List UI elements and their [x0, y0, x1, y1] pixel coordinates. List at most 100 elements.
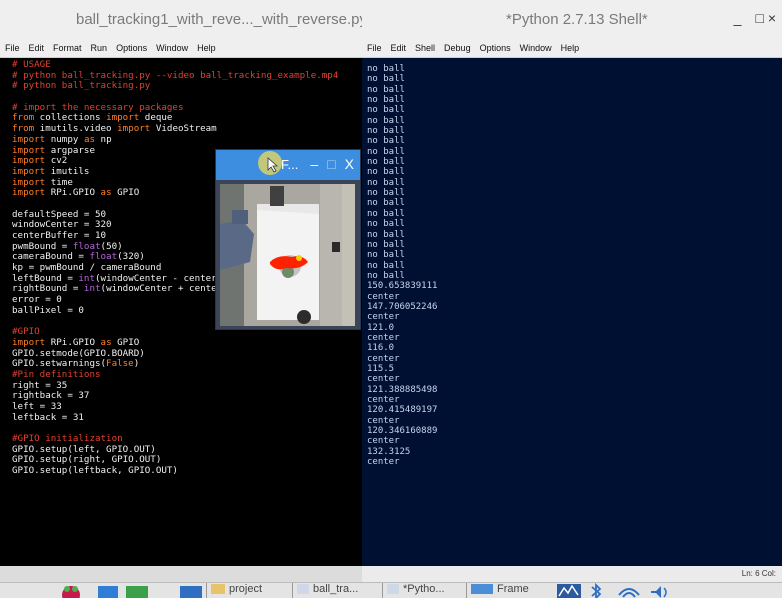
shell-output-line: no ball — [367, 198, 405, 209]
taskbar-item-editor[interactable]: ball_tra... — [292, 583, 378, 598]
code-token: (320) — [117, 251, 145, 263]
minimize-button[interactable]: _ — [734, 10, 742, 26]
shell-output-line: no ball — [367, 167, 405, 178]
code-token: centerBuffer = 10 — [12, 230, 107, 241]
editor-menu-run[interactable]: Run — [91, 43, 108, 53]
shell-output-line: no ball — [367, 136, 405, 147]
close-button[interactable]: □ × — [755, 10, 776, 26]
taskbar-item-project[interactable]: project — [206, 583, 290, 598]
camera-feed — [220, 184, 355, 326]
shell-output[interactable]: no ball no ball no ball no ball no ball no ba… — [362, 58, 782, 467]
code-line: GPIO.setup(leftback, GPIO.OUT) — [12, 465, 362, 477]
frame-maximize-button[interactable]: □ — [327, 156, 335, 172]
code-token: RPi.GPIO — [45, 336, 101, 348]
code-token: import — [12, 133, 46, 145]
code-token: VideoStream — [150, 123, 217, 135]
taskbar-label: ball_tra... — [313, 583, 359, 595]
frame-minimize-button[interactable]: – — [310, 156, 318, 172]
shell-output-line: no ball — [367, 126, 405, 137]
code-token: rightback = 37 — [12, 390, 90, 402]
shell-output-line: 121.388885498 — [367, 384, 438, 395]
taskbar-item-frame[interactable]: Frame — [466, 583, 546, 598]
shell-menu-window[interactable]: Window — [520, 43, 552, 53]
terminal-icon[interactable] — [124, 583, 150, 598]
code-token: #GPIO initialization — [12, 433, 123, 445]
shell-output-line: no ball — [367, 157, 405, 168]
shell-menubar: File Edit Shell Debug Options Window Help — [362, 38, 782, 58]
shell-menu-debug[interactable]: Debug — [444, 43, 471, 53]
editor-menu-file[interactable]: File — [5, 43, 20, 53]
volume-icon[interactable] — [648, 583, 674, 598]
code-token: False — [106, 358, 134, 370]
frame-close-button[interactable]: X — [345, 156, 354, 172]
editor-menu-format[interactable]: Format — [53, 43, 82, 53]
taskbar-label: project — [229, 583, 263, 595]
editor-menu-window[interactable]: Window — [156, 43, 188, 53]
code-token: left = 33 — [12, 401, 62, 412]
editor-menu-options[interactable]: Options — [116, 43, 147, 53]
taskbar-label: *Pytho... — [403, 583, 445, 595]
code-token: import — [117, 123, 151, 135]
code-line: leftback = 31 — [12, 411, 362, 424]
browser-icon[interactable] — [178, 583, 204, 598]
shell-output-line: no ball — [367, 260, 405, 271]
code-token: # python ball_tracking.py — [12, 80, 151, 92]
document-icon — [387, 584, 399, 595]
code-token: GPIO.setwarnings( — [12, 358, 107, 370]
code-token: GPIO.setup(left, GPIO.OUT) — [12, 443, 156, 455]
code-token: GPIO — [111, 336, 140, 348]
code-token: imutils — [45, 165, 90, 177]
code-token: error = 0 — [12, 294, 62, 306]
frame-window[interactable]: F... – □ X — [215, 149, 361, 330]
shell-output-line: no ball — [367, 115, 405, 126]
shell-titlebar[interactable]: *Python 2.7.13 Shell* _ □ × — [362, 0, 782, 38]
file-manager-icon[interactable] — [96, 583, 120, 598]
shell-menu-options[interactable]: Options — [480, 43, 511, 53]
code-token: kp = pwmBound / cameraBound — [12, 262, 162, 274]
taskbar-item-shell[interactable]: *Pytho... — [382, 583, 462, 598]
taskbar-label: Frame — [497, 583, 529, 595]
code-token: rightBound = — [12, 283, 84, 295]
code-token: GPIO.setup(leftback, GPIO.OUT) — [12, 465, 178, 477]
bluetooth-icon[interactable] — [586, 583, 606, 598]
code-token: ) — [133, 358, 140, 370]
shell-menu-shell[interactable]: Shell — [415, 43, 435, 53]
code-token: # python ball_tracking.py --video ball_t… — [12, 69, 339, 81]
code-token: int — [78, 272, 95, 284]
shell-output-line: 115.5 — [367, 363, 395, 374]
shell-output-line: center — [367, 353, 400, 364]
shell-output-line: center — [367, 457, 400, 468]
code-token: import — [12, 155, 46, 167]
code-token: argparse — [45, 144, 95, 156]
editor-menu-help[interactable]: Help — [197, 43, 216, 53]
shell-output-line: no ball — [367, 250, 405, 261]
code-token: ballPixel = 0 — [12, 304, 84, 316]
cpu-monitor-icon[interactable] — [556, 583, 582, 598]
wifi-icon[interactable] — [616, 583, 642, 598]
shell-output-line: center — [367, 332, 400, 343]
shell-output-line: 120.415489197 — [367, 405, 438, 416]
code-token: deque — [139, 112, 173, 124]
shell-menu-file[interactable]: File — [367, 43, 382, 53]
code-token: defaultSpeed = 50 — [12, 208, 107, 220]
frame-titlebar[interactable]: F... – □ X — [216, 150, 360, 180]
shell-output-line: center — [367, 374, 400, 385]
code-token: from — [12, 123, 35, 135]
editor-titlebar[interactable]: ball_tracking1_with_reve..._with_reverse… — [0, 0, 362, 38]
shell-output-line: no ball — [367, 84, 405, 95]
code-token: import — [12, 176, 46, 188]
shell-window[interactable]: *Python 2.7.13 Shell* _ □ × File Edit Shel… — [362, 0, 782, 566]
shell-menu-edit[interactable]: Edit — [391, 43, 407, 53]
code-token: import — [106, 112, 140, 124]
editor-menubar: File Edit Format Run Options Window Help — [0, 38, 362, 58]
code-line: # python ball_tracking.py — [12, 81, 362, 92]
raspberry-menu-icon[interactable] — [56, 583, 86, 598]
code-token: leftback = 31 — [12, 411, 84, 423]
editor-menu-edit[interactable]: Edit — [29, 43, 45, 53]
code-token: import — [12, 165, 46, 177]
shell-menu-help[interactable]: Help — [561, 43, 580, 53]
code-token: leftBound = — [12, 272, 79, 284]
frame-title: F... — [281, 157, 299, 172]
code-token: # import the necessary packages — [12, 101, 184, 113]
code-token: #Pin definitions — [12, 368, 101, 380]
